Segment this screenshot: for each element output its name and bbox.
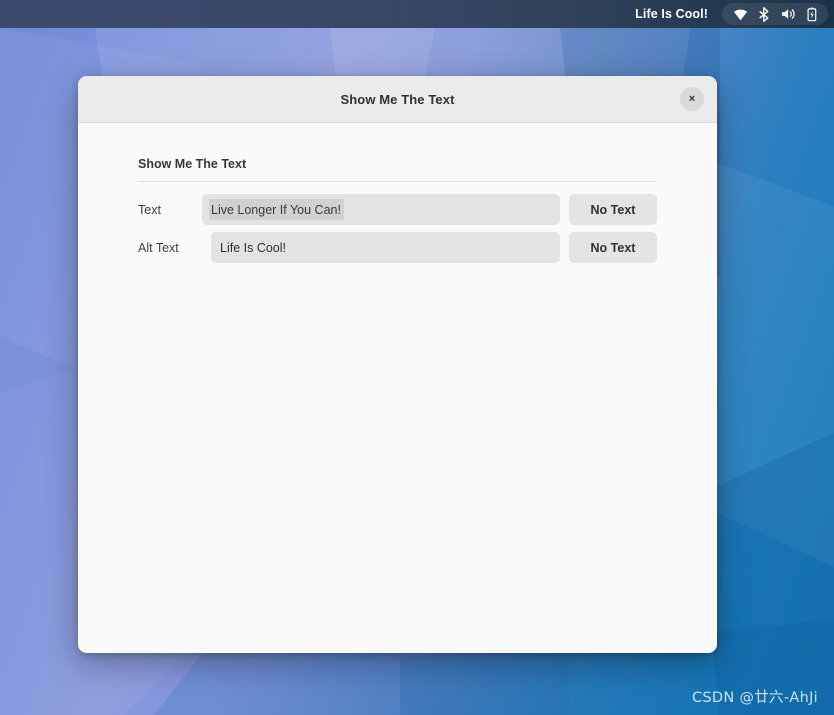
text-input-wrapper xyxy=(202,194,560,225)
dialog-body: Show Me The Text Text No Text Alt Text N… xyxy=(78,123,717,653)
dialog-titlebar[interactable]: Show Me The Text × xyxy=(78,76,717,123)
desktop: Life Is Cool! Show Me The Text × Show Me… xyxy=(0,0,834,715)
top-bar-title: Life Is Cool! xyxy=(635,7,708,21)
bluetooth-icon[interactable] xyxy=(759,6,770,22)
battery-icon[interactable] xyxy=(807,7,817,22)
dialog-window: Show Me The Text × Show Me The Text Text… xyxy=(78,76,717,653)
top-bar: Life Is Cool! xyxy=(0,0,834,28)
no-text-button-alt-text[interactable]: No Text xyxy=(569,232,657,263)
dialog-title: Show Me The Text xyxy=(340,91,455,107)
form-row-alt-text: Alt Text No Text xyxy=(138,232,657,263)
section-heading: Show Me The Text xyxy=(138,157,247,171)
text-input[interactable] xyxy=(202,194,560,225)
form-row-text: Text No Text xyxy=(138,194,657,225)
wallpaper-facet xyxy=(700,430,834,715)
alt-text-input[interactable] xyxy=(211,232,560,263)
text-field-label: Text xyxy=(138,202,161,217)
system-tray[interactable] xyxy=(722,3,828,25)
close-icon[interactable]: × xyxy=(680,87,704,111)
wifi-icon[interactable] xyxy=(733,8,748,21)
section-divider xyxy=(138,181,657,182)
volume-icon[interactable] xyxy=(781,7,796,21)
no-text-button-text[interactable]: No Text xyxy=(569,194,657,225)
form-section: Show Me The Text Text No Text Alt Text N… xyxy=(78,157,717,263)
alt-text-field-label: Alt Text xyxy=(138,240,179,255)
watermark: CSDN @廿六-AhJi xyxy=(692,690,818,706)
